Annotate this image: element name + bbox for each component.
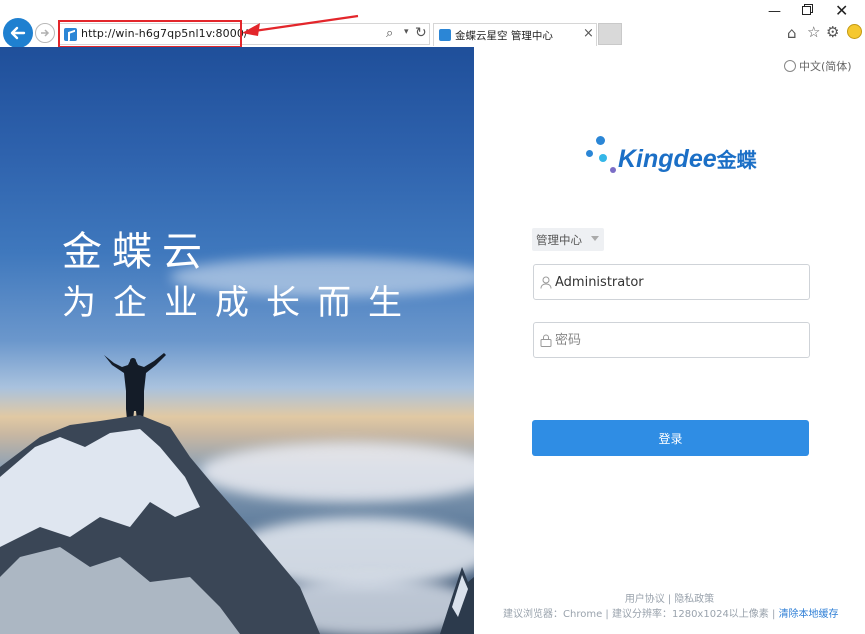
language-selector[interactable]: 中文(简体) [784, 58, 852, 74]
home-icon[interactable]: ⌂ [787, 24, 797, 42]
tab-close-icon[interactable]: × [583, 26, 594, 41]
minimize-icon[interactable]: — [768, 4, 781, 19]
logo-text: Kingdee [618, 145, 717, 173]
forward-button[interactable] [35, 23, 55, 43]
smiley-icon[interactable] [847, 24, 862, 39]
back-button[interactable] [3, 18, 33, 48]
hero-title: 金蝶云 [62, 229, 212, 275]
footer-hints: 建议浏览器：Chrome | 建议分辨率：1280x1024以上像素 | 清除本… [503, 605, 839, 620]
hero-subtitle: 为企业成长而生 [62, 283, 419, 323]
browser-chrome: http://win-h6g7qp5nl1v:8000/ ⌕ ▾ ↻ 金蝶云星空… [0, 0, 865, 48]
logo-dot [586, 150, 593, 157]
logo-cn: 金蝶 [716, 150, 757, 172]
footer-separator: | [772, 609, 776, 620]
clear-cache-link[interactable]: 清除本地缓存 [779, 609, 839, 620]
logo-wordmark: Kingdee金蝶 [618, 144, 757, 174]
username-input[interactable] [555, 265, 805, 299]
close-icon[interactable]: ✕ [835, 1, 848, 20]
logo-dot [599, 154, 607, 162]
kingdee-logo: Kingdee金蝶 [586, 134, 766, 182]
footer-links: 用户协议 | 隐私政策 [0, 590, 865, 605]
datacenter-value: 管理中心 [536, 233, 582, 247]
password-field[interactable] [533, 322, 810, 358]
back-arrow-icon [10, 26, 26, 40]
lock-icon [540, 334, 552, 347]
logo-dot [610, 167, 616, 173]
dropdown-icon[interactable]: ▾ [404, 27, 409, 37]
user-icon [540, 276, 552, 289]
gear-icon[interactable]: ⚙ [826, 23, 839, 41]
hero-image: 金蝶云 为企业成长而生 [0, 47, 474, 634]
restore-icon[interactable] [802, 4, 813, 15]
new-tab-button[interactable] [598, 23, 622, 45]
refresh-icon[interactable]: ↻ [415, 25, 427, 41]
logo-dot [596, 136, 605, 145]
footer-separator: | [667, 594, 672, 605]
privacy-policy-link[interactable]: 隐私政策 [674, 594, 714, 605]
browser-tab[interactable]: 金蝶云星空 管理中心 × [433, 23, 597, 46]
chevron-down-icon [591, 236, 599, 241]
search-icon[interactable]: ⌕ [386, 26, 393, 41]
star-icon[interactable]: ☆ [807, 23, 820, 41]
language-label: 中文(简体) [799, 60, 852, 73]
username-field[interactable] [533, 264, 810, 300]
tab-favicon-icon [439, 29, 451, 41]
password-input[interactable] [555, 323, 805, 357]
browser-hint: 建议浏览器：Chrome [503, 609, 603, 620]
login-button[interactable]: 登录 [532, 420, 809, 456]
annotation-arrow-icon [242, 14, 359, 36]
resolution-hint: 建议分辨率：1280x1024以上像素 [611, 609, 769, 620]
footer-separator: | [605, 609, 609, 620]
annotation-highlight-box [58, 20, 242, 48]
tab-title: 金蝶云星空 管理中心 [455, 30, 553, 42]
user-agreement-link[interactable]: 用户协议 [625, 594, 665, 605]
globe-icon [784, 60, 796, 72]
datacenter-select[interactable]: 管理中心 [532, 228, 604, 251]
forward-arrow-icon [41, 29, 50, 37]
